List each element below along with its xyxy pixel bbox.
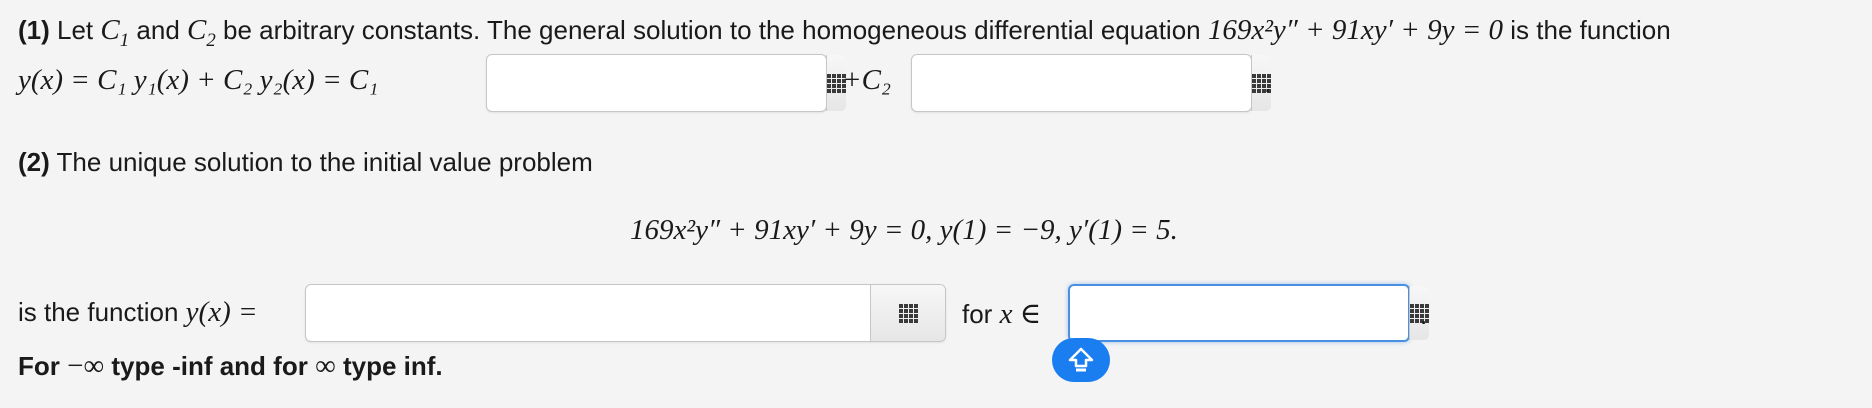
part1-equation: 169x²y″ + 91xy′ + 9y = 0 [1207,14,1504,46]
y-of-x-label: y(x) = [185,296,258,328]
answer-solution-input[interactable] [306,285,870,341]
for-x-in-label: for x ∈ [962,298,1042,330]
part1-description: be arbitrary constants. The general solu… [223,15,1201,45]
plus-c2-label: +C₂ [842,64,891,96]
part2-label: (2) [18,147,50,177]
answer-interval-box [1068,284,1429,342]
answer-y1-box [486,54,846,112]
text-and: and [136,15,180,45]
c2-symbol: C2 [187,14,216,51]
infinity-note: For −∞ type -inf and for ∞ type inf. [18,350,443,382]
text-is-the-function-2: is the function [18,297,179,327]
part2-line1: (2) The unique solution to the initial v… [18,147,593,178]
palette-button-3[interactable] [870,285,945,341]
general-solution-expression: y(x) = C₁ y₁(x) + C₂ y₂(x) = C₁ [18,64,379,96]
text-is-the-function: is the function [1510,15,1671,45]
shift-arrow-icon [1068,347,1094,372]
part1-line1: (1) Let C1 and C2 be arbitrary constants… [18,14,1671,52]
grid-icon [898,303,918,323]
answer-y2-box [911,54,1271,112]
answer-y1-input[interactable] [487,55,826,111]
c1-symbol: C1 [100,14,130,51]
period-2: . [1420,300,1428,330]
part2-description: The unique solution to the initial value… [56,147,593,177]
answer-solution-box [305,284,946,342]
shift-arrow-button[interactable] [1052,338,1110,382]
problem-page: (1) Let C1 and C2 be arbitrary constants… [0,0,1872,408]
part1-label: (1) [18,15,50,45]
answer-interval-input[interactable] [1070,286,1409,340]
ivp-equation: 169x²y″ + 91xy′ + 9y = 0, y(1) = −9, y′(… [630,214,1178,246]
part2-answer-line: is the function y(x) = [18,296,258,329]
text-let: Let [57,15,94,45]
answer-y2-input[interactable] [912,55,1251,111]
period: . [1264,68,1272,98]
